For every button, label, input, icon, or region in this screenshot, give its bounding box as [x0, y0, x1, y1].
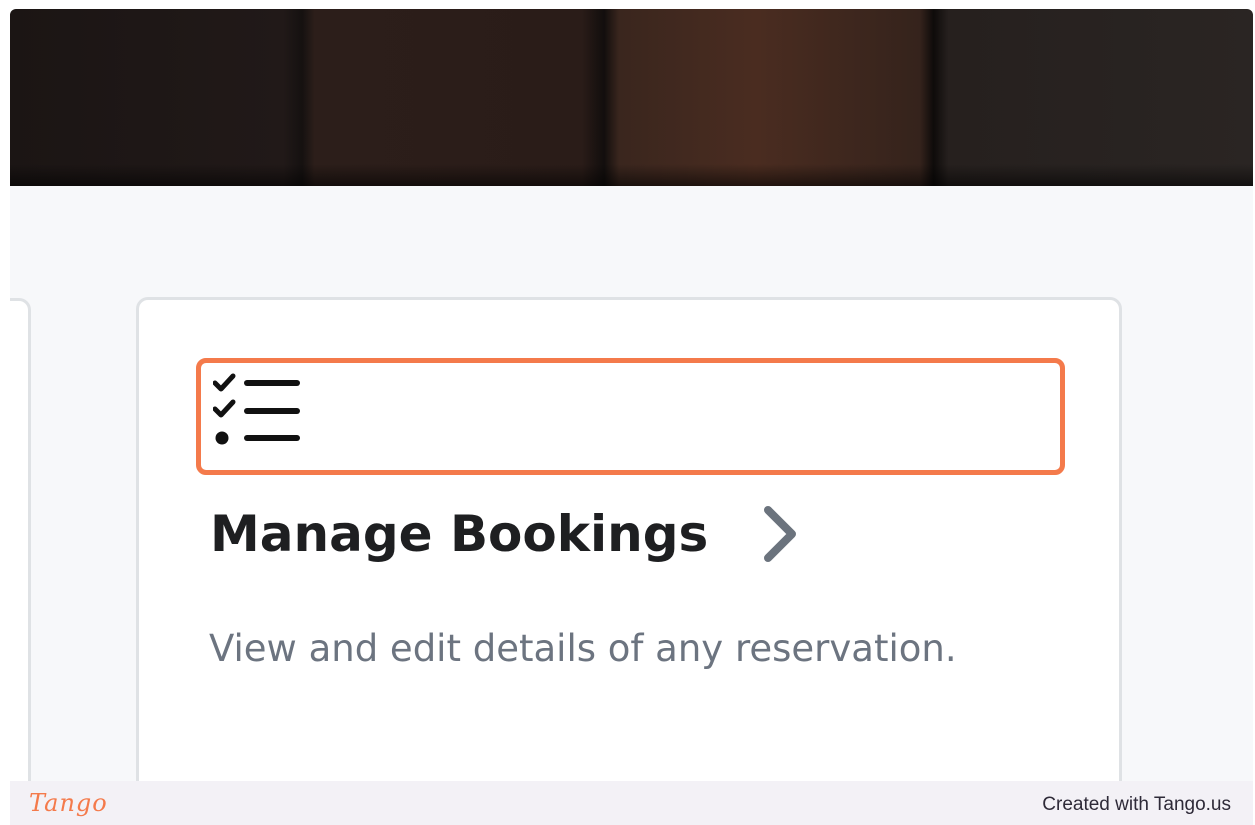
tango-footer: Tango Created with Tango.us [10, 781, 1253, 825]
chevron-right-icon [764, 506, 797, 562]
previous-card-edge[interactable] [10, 298, 31, 781]
card-description: View and edit details of any reservation… [209, 627, 957, 670]
created-with-credit[interactable]: Created with Tango.us [1042, 794, 1231, 816]
hero-banner-image [10, 9, 1253, 186]
step-highlight-box [196, 358, 1065, 475]
manage-bookings-link[interactable]: Manage Bookings [210, 504, 800, 564]
manage-bookings-card[interactable]: Manage Bookings View and edit details of… [136, 297, 1122, 781]
app-viewport: Manage Bookings View and edit details of… [10, 9, 1253, 781]
checklist-icon [213, 373, 300, 445]
card-title: Manage Bookings [210, 505, 709, 563]
tango-logo: Tango [29, 789, 108, 817]
